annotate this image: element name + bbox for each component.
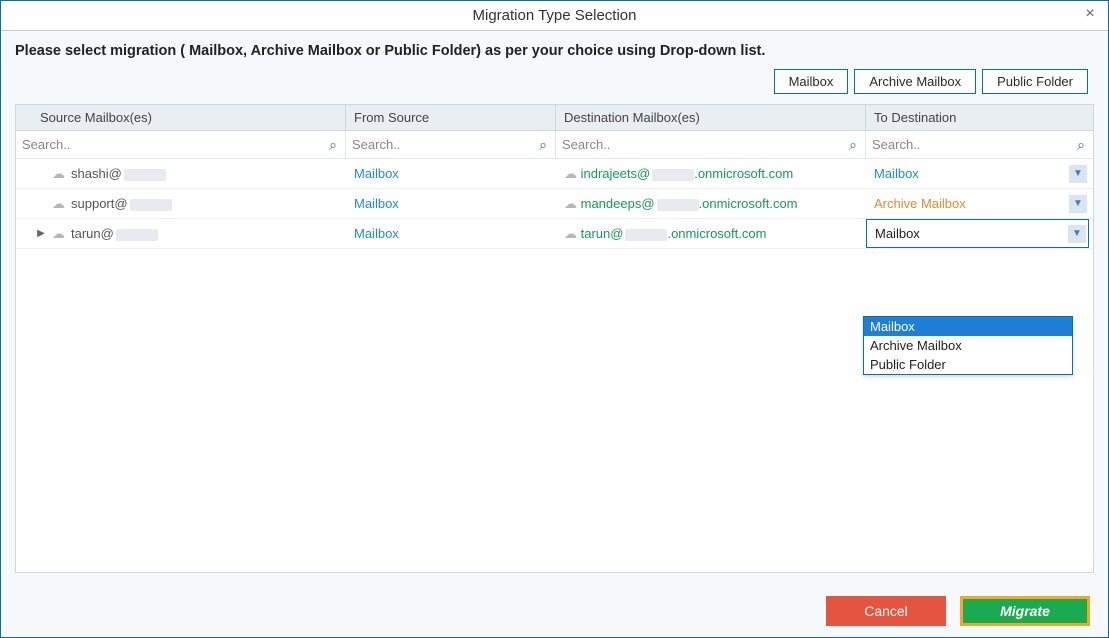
header-dest: Destination Mailbox(es) [556,105,866,130]
dest-mailbox-text: tarun@.onmicrosoft.com [581,226,767,241]
dialog-title: Migration Type Selection [473,7,637,24]
dropdown-option-archive[interactable]: Archive Mailbox [864,336,1072,355]
dropdown-option-mailbox[interactable]: Mailbox [864,317,1072,336]
to-destination-dropdown[interactable]: Mailbox Archive Mailbox Public Folder [863,316,1073,375]
search-to-cell: ⌕ [866,131,1093,158]
from-source-value: Mailbox [354,166,399,181]
chevron-down-icon[interactable]: ▼ [1069,165,1087,183]
expander-icon[interactable]: ▶ [36,228,46,239]
migrate-button[interactable]: Migrate [960,596,1090,626]
type-button-archive[interactable]: Archive Mailbox [854,69,976,94]
header-from: From Source [346,105,556,130]
cancel-button[interactable]: Cancel [826,596,946,626]
cloud-icon: ☁ [564,166,577,182]
dest-mailbox-text: mandeeps@.onmicrosoft.com [581,196,798,211]
dest-mailbox-cell: ☁ mandeeps@.onmicrosoft.com [556,189,866,218]
type-button-mailbox[interactable]: Mailbox [774,69,849,94]
from-source-value: Mailbox [354,226,399,241]
search-dest-input[interactable] [562,137,859,152]
source-mailbox-cell: ☁ support@ [16,189,346,218]
search-from-input[interactable] [352,137,549,152]
dest-mailbox-text: indrajeets@.onmicrosoft.com [581,166,794,181]
footer: Cancel Migrate [1,585,1108,637]
content-area: Please select migration ( Mailbox, Archi… [1,31,1108,585]
close-icon[interactable]: × [1080,5,1100,23]
table-row: ☁ support@ Mailbox ☁ mandeeps@.onmicroso… [16,189,1093,219]
source-mailbox-cell: ☁ shashi@ [16,159,346,188]
to-destination-value: Mailbox [875,226,920,241]
to-destination-cell[interactable]: Archive Mailbox ▼ [866,189,1093,218]
header-to: To Destination [866,105,1093,130]
dest-mailbox-cell: ☁ tarun@.onmicrosoft.com [556,219,866,248]
source-mailbox-text: tarun@ [71,226,158,241]
table-row: ☁ shashi@ Mailbox ☁ indrajeets@.onmicros… [16,159,1093,189]
dest-mailbox-cell: ☁ indrajeets@.onmicrosoft.com [556,159,866,188]
search-row: ⌕ ⌕ ⌕ ⌕ [16,131,1093,159]
cloud-icon: ☁ [52,166,65,182]
type-button-public[interactable]: Public Folder [982,69,1088,94]
cloud-icon: ☁ [52,226,65,242]
search-dest-cell: ⌕ [556,131,866,158]
grid-header: Source Mailbox(es) From Source Destinati… [16,105,1093,131]
cloud-icon: ☁ [564,226,577,242]
instruction-text: Please select migration ( Mailbox, Archi… [15,43,1094,59]
header-source: Source Mailbox(es) [16,105,346,130]
dropdown-option-public[interactable]: Public Folder [864,355,1072,374]
from-source-cell[interactable]: Mailbox [346,189,556,218]
dialog-window: Migration Type Selection × Please select… [0,0,1109,638]
cloud-icon: ☁ [52,196,65,212]
from-source-cell[interactable]: Mailbox [346,159,556,188]
source-mailbox-text: shashi@ [71,166,166,181]
from-source-cell[interactable]: Mailbox [346,219,556,248]
to-destination-value: Archive Mailbox [874,196,966,211]
search-source-input[interactable] [22,137,339,152]
chevron-down-icon[interactable]: ▼ [1068,225,1086,243]
search-to-input[interactable] [872,137,1087,152]
titlebar: Migration Type Selection × [1,1,1108,31]
search-from-cell: ⌕ [346,131,556,158]
cloud-icon: ☁ [564,196,577,212]
to-destination-value: Mailbox [874,166,919,181]
source-mailbox-text: support@ [71,196,172,211]
search-source-cell: ⌕ [16,131,346,158]
table-row: ▶ ☁ tarun@ Mailbox ☁ tarun@.onmicrosoft.… [16,219,1093,249]
source-mailbox-cell: ▶ ☁ tarun@ [16,219,346,248]
from-source-value: Mailbox [354,196,399,211]
migration-grid: Source Mailbox(es) From Source Destinati… [15,104,1094,573]
chevron-down-icon[interactable]: ▼ [1069,195,1087,213]
to-destination-cell[interactable]: Mailbox ▼ [866,159,1093,188]
to-destination-combobox[interactable]: Mailbox ▼ [866,219,1089,248]
type-button-group: Mailbox Archive Mailbox Public Folder [15,69,1088,94]
